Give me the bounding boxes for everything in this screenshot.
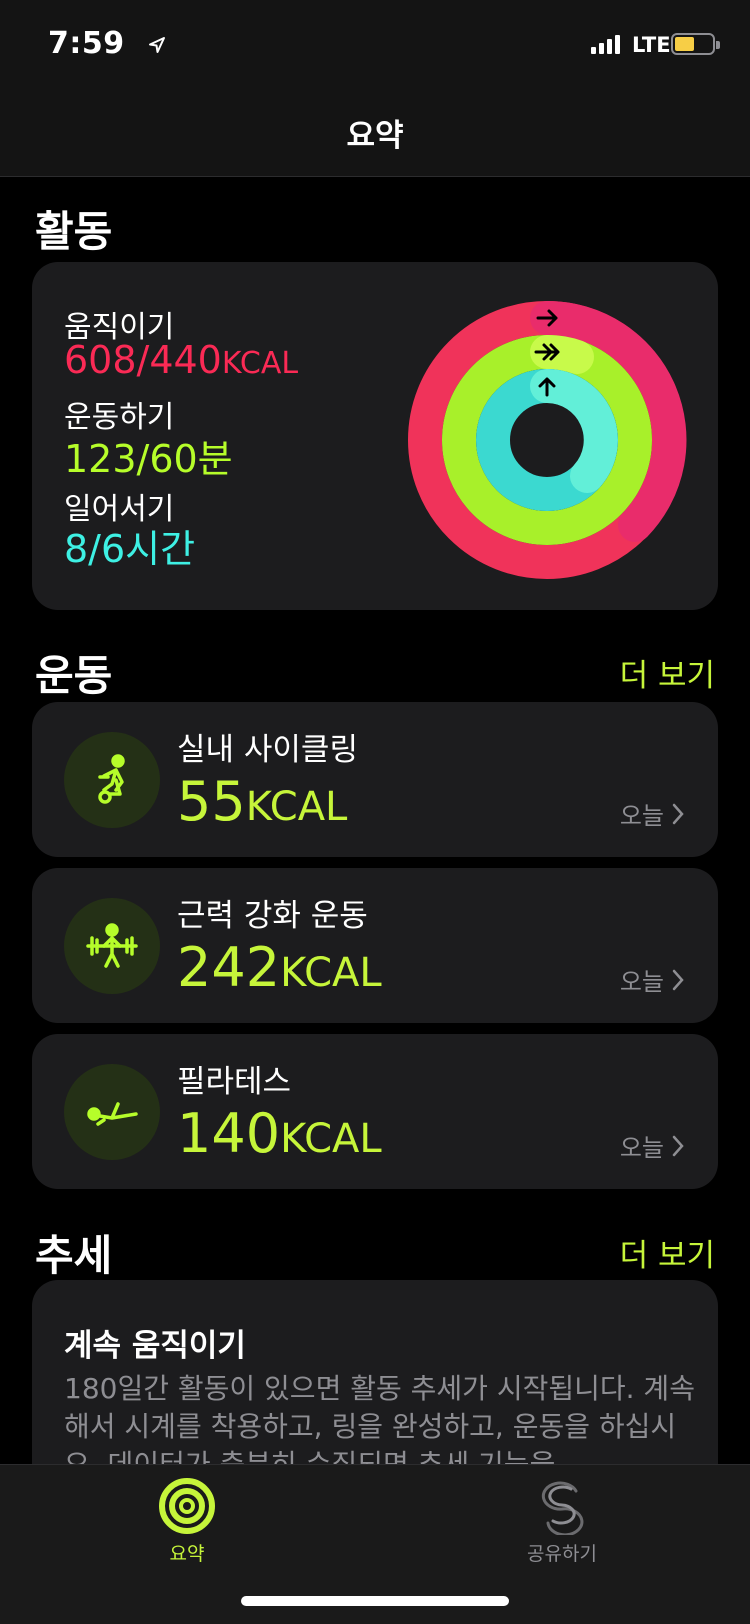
tab-sharing[interactable]: 공유하기: [502, 1477, 622, 1566]
trends-more-link[interactable]: 더 보기: [620, 1230, 715, 1275]
tab-label: 공유하기: [527, 1543, 597, 1565]
trends-section-title: 추세: [35, 1231, 113, 1280]
workout-row[interactable]: 실내 사이클링 55KCAL 오늘: [32, 702, 718, 857]
status-time: 7:59: [48, 26, 125, 61]
activity-rings: [408, 300, 687, 579]
stand-ring-overlap: [530, 369, 618, 493]
workout-date: 오늘: [620, 962, 684, 997]
chevron-right-icon: [672, 1135, 684, 1156]
move-value: 608/440KCAL: [64, 338, 299, 382]
workout-date: 오늘: [620, 796, 684, 831]
page-title: 요약: [346, 118, 404, 154]
chevron-right-icon: [672, 969, 684, 990]
activity-rings-icon: [159, 1478, 215, 1534]
exercise-value: 123/60분: [64, 437, 233, 481]
tab-summary[interactable]: 요약: [127, 1477, 247, 1566]
chevron-right-icon: [672, 803, 684, 824]
workout-row[interactable]: 근력 강화 운동 242KCAL 오늘: [32, 868, 718, 1023]
sharing-icon: [541, 1481, 584, 1535]
trend-card-title: 계속 움직이기: [64, 1328, 246, 1364]
strength-training-icon: [64, 898, 160, 994]
stand-value: 8/6시간: [64, 527, 196, 571]
home-indicator[interactable]: [241, 1596, 509, 1606]
workout-calories: 242KCAL: [177, 936, 382, 999]
workout-name: 근력 강화 운동: [177, 898, 368, 934]
workout-calories: 55KCAL: [177, 770, 348, 833]
workout-name: 실내 사이클링: [177, 732, 358, 768]
battery-icon: [671, 33, 720, 55]
indoor-cycle-icon: [64, 732, 160, 828]
workout-calories: 140KCAL: [177, 1102, 382, 1165]
workout-name: 필라테스: [177, 1064, 292, 1100]
cellular-signal-icon: [591, 34, 620, 54]
workout-row[interactable]: 필라테스 140KCAL 오늘: [32, 1034, 718, 1189]
status-bar: 7:59 LTE: [0, 0, 750, 88]
tab-label: 요약: [169, 1543, 205, 1565]
navigation-bar: 요약: [0, 88, 750, 177]
workouts-section-title: 운동: [35, 651, 113, 700]
location-arrow-icon: [149, 37, 165, 53]
workout-date: 오늘: [620, 1128, 684, 1163]
workouts-more-link[interactable]: 더 보기: [620, 650, 715, 695]
activity-card[interactable]: 움직이기 608/440KCAL 운동하기 123/60분 일어서기 8/6시간: [32, 262, 718, 610]
pilates-icon: [64, 1064, 160, 1160]
activity-section-title: 활동: [35, 207, 113, 256]
network-type: LTE: [632, 33, 671, 57]
